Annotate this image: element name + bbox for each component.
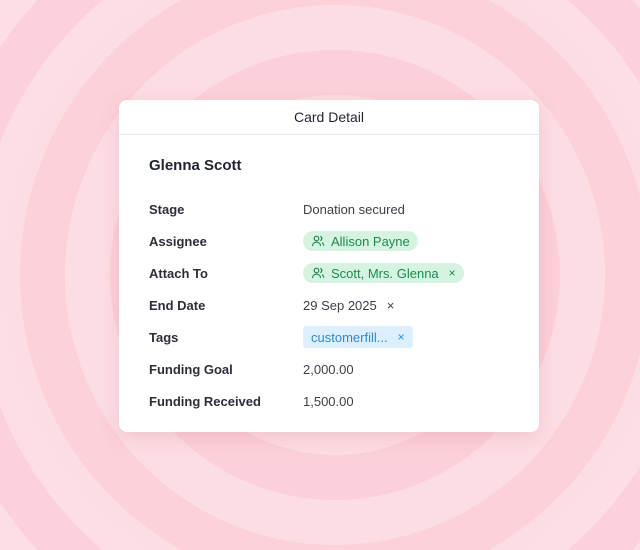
funding-received-value[interactable]: 1,500.00 (303, 394, 354, 409)
card-detail-panel: Card Detail Glenna Scott Stage Donation … (119, 100, 539, 432)
stage-label: Stage (149, 201, 185, 217)
field-row-assignee: Assignee Allison Payne (149, 229, 519, 253)
field-row-funding-received: Funding Received 1,500.00 (149, 389, 519, 413)
tag-chip-label: customerfill... (311, 329, 388, 345)
field-row-end-date: End Date 29 Sep 2025 × (149, 293, 519, 317)
field-row-tags: Tags customerfill... × (149, 325, 519, 349)
attach-to-value-container: Scott, Mrs. Glenna × (303, 263, 464, 283)
funding-goal-label: Funding Goal (149, 361, 233, 377)
attach-to-label: Attach To (149, 265, 208, 281)
field-row-stage: Stage Donation secured (149, 197, 519, 221)
end-date-value[interactable]: 29 Sep 2025 (303, 298, 377, 313)
attach-to-chip[interactable]: Scott, Mrs. Glenna × (303, 263, 464, 283)
stage-value[interactable]: Donation secured (303, 202, 405, 217)
end-date-clear-icon[interactable]: × (387, 298, 395, 313)
user-icon (311, 234, 325, 248)
end-date-label: End Date (149, 297, 206, 313)
user-icon (311, 266, 325, 280)
attach-to-chip-label: Scott, Mrs. Glenna (331, 265, 439, 281)
attach-to-remove-icon[interactable]: × (449, 266, 456, 280)
assignee-label: Assignee (149, 233, 207, 249)
funding-received-label: Funding Received (149, 393, 261, 409)
field-row-attach-to: Attach To Scott, Mrs. Glenna × (149, 261, 519, 285)
tag-chip[interactable]: customerfill... × (303, 326, 413, 348)
contact-name: Glenna Scott (149, 157, 242, 174)
tag-remove-icon[interactable]: × (398, 330, 405, 344)
field-row-funding-goal: Funding Goal 2,000.00 (149, 357, 519, 381)
card-title: Card Detail (293, 109, 365, 125)
assignee-chip[interactable]: Allison Payne (303, 231, 418, 251)
card-header: Card Detail (119, 100, 539, 135)
assignee-value-container: Allison Payne (303, 231, 418, 251)
end-date-value-container: 29 Sep 2025 × (303, 298, 394, 313)
tags-label: Tags (149, 329, 179, 345)
tags-value-container: customerfill... × (303, 326, 413, 348)
assignee-chip-label: Allison Payne (331, 233, 410, 249)
funding-goal-value[interactable]: 2,000.00 (303, 362, 354, 377)
